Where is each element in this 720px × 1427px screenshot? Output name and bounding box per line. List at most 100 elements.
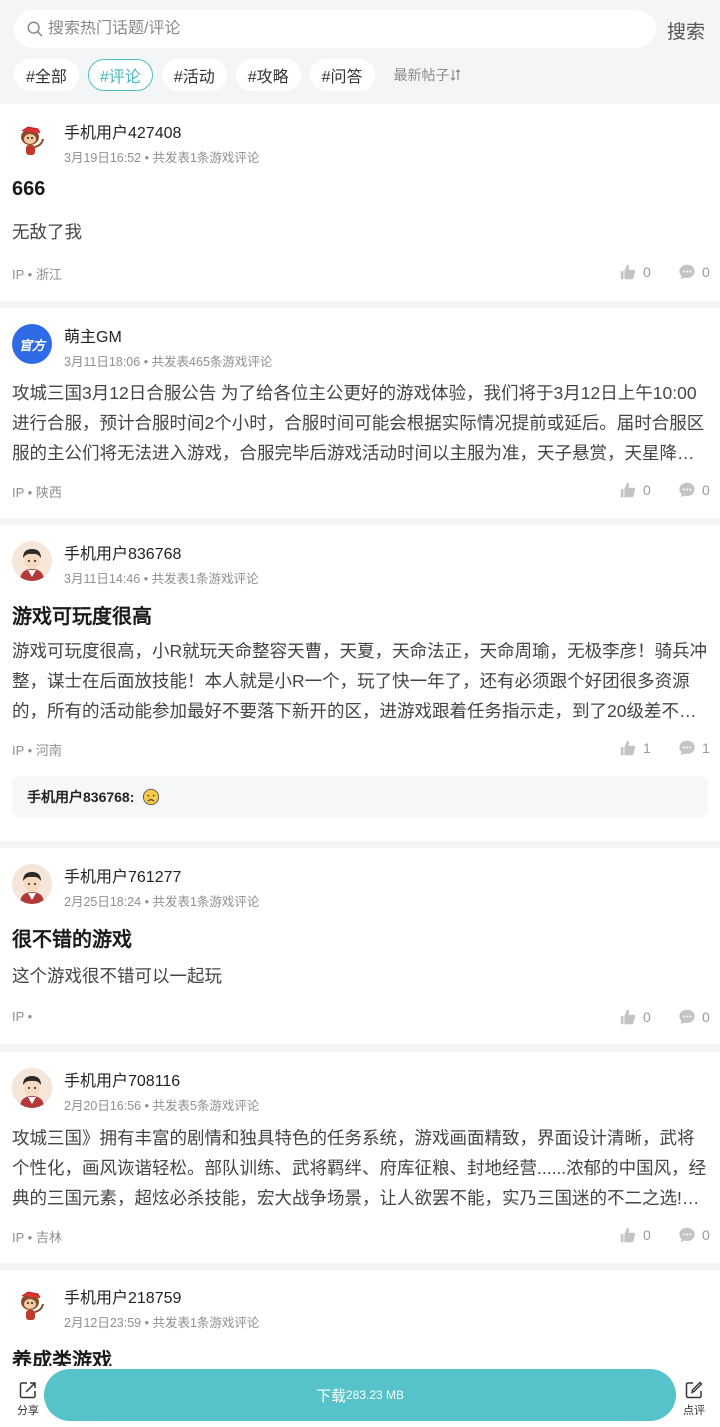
post-time: 3月11日14:46: [64, 572, 141, 586]
ip-location: IP • 陕西: [12, 485, 62, 500]
like-button[interactable]: 0: [619, 1226, 651, 1244]
thumbs-up-icon: [620, 1009, 636, 1025]
thumbs-up-icon: [620, 1227, 636, 1243]
avatar[interactable]: [12, 1286, 52, 1326]
download-size: 283.23 MB: [345, 1388, 405, 1402]
search-input[interactable]: [48, 20, 608, 38]
post-time: 2月25日18:24: [64, 895, 142, 909]
review-count: 共发表1条游戏评论: [151, 572, 259, 586]
comment-button[interactable]: 0: [678, 263, 710, 281]
post-title: 666: [12, 178, 46, 200]
avatar[interactable]: [12, 541, 52, 581]
username[interactable]: 手机用户708116: [64, 1067, 180, 1091]
post-card[interactable]: 手机用户836768 3月11日14:46 • 共发表1条游戏评论 游戏可玩度很…: [0, 525, 720, 841]
top-bar: 搜索 #全部 #评论 #活动 #攻略 #问答 最新帖子: [0, 0, 720, 104]
comment-icon: [679, 264, 695, 280]
search-box[interactable]: [14, 10, 656, 48]
post-title: 游戏可玩度很高: [12, 606, 152, 628]
like-button[interactable]: 0: [619, 481, 651, 499]
comment-icon: [679, 482, 695, 498]
post-card[interactable]: 官方 萌主GM 3月11日18:06 • 共发表465条游戏评论 攻城三国3月1…: [0, 308, 720, 518]
like-button[interactable]: 0: [619, 1008, 651, 1026]
username[interactable]: 手机用户218759: [64, 1284, 181, 1308]
review-button[interactable]: 点评: [680, 1380, 708, 1418]
comment-icon: [679, 1227, 695, 1243]
review-count: 共发表1条游戏评论: [152, 895, 260, 909]
share-label: 分享: [17, 1405, 39, 1417]
post-time: 2月12日23:59: [64, 1316, 142, 1330]
comment-icon: [679, 740, 695, 756]
avatar[interactable]: [12, 121, 52, 161]
post-meta: 3月19日16:52 • 共发表1条游戏评论: [64, 151, 260, 165]
ip-location: IP • 吉林: [12, 1230, 62, 1245]
avatar[interactable]: 官方: [12, 324, 52, 364]
comment-button[interactable]: 0: [678, 1008, 710, 1026]
download-label: 下载: [315, 1387, 346, 1405]
post-meta: 2月12日23:59 • 共发表1条游戏评论: [64, 1316, 260, 1330]
review-count: 共发表1条游戏评论: [152, 1316, 260, 1330]
tab-qa[interactable]: #问答: [309, 59, 375, 91]
thumbs-up-icon: [620, 264, 636, 280]
share-icon: [19, 1382, 36, 1399]
username[interactable]: 萌主GM: [64, 323, 122, 347]
post-title: 很不错的游戏: [12, 929, 132, 951]
download-button[interactable]: 下载 283.23 MB: [44, 1369, 676, 1421]
post-meta: 3月11日14:46 • 共发表1条游戏评论: [64, 572, 259, 586]
post-time: 3月19日16:52: [64, 151, 142, 165]
review-count: 共发表5条游戏评论: [152, 1099, 260, 1113]
boy-avatar-icon: [12, 541, 52, 581]
review-count: 共发表465条游戏评论: [151, 355, 273, 369]
like-button[interactable]: 0: [619, 263, 651, 281]
ip-location: IP •: [12, 1009, 33, 1024]
avatar[interactable]: [12, 1068, 52, 1108]
post-meta: 3月11日18:06 • 共发表465条游戏评论: [64, 355, 273, 369]
search-icon: [27, 21, 43, 37]
ip-location: IP • 浙江: [12, 267, 62, 282]
tab-reviews[interactable]: #评论: [87, 59, 153, 91]
post-card[interactable]: 手机用户427408 3月19日16:52 • 共发表1条游戏评论 666 无敌…: [0, 104, 720, 301]
filter-tabs: #全部 #评论 #活动 #攻略 #问答 最新帖子: [14, 59, 462, 91]
tab-events[interactable]: #活动: [161, 59, 227, 91]
sort-label: 最新帖子: [393, 67, 450, 83]
official-badge: 官方: [18, 337, 45, 353]
username[interactable]: 手机用户836768: [64, 540, 181, 564]
comment-button[interactable]: 1: [678, 739, 710, 757]
username[interactable]: 手机用户761277: [64, 863, 181, 887]
comment-icon: [679, 1009, 695, 1025]
review-label: 点评: [683, 1405, 705, 1417]
comment-button[interactable]: 0: [678, 1226, 710, 1244]
reply-user: 手机用户836768:: [27, 789, 135, 805]
post-card[interactable]: 手机用户761277 2月25日18:24 • 共发表1条游戏评论 很不错的游戏…: [0, 848, 720, 1044]
monkey-avatar-icon: [12, 1286, 52, 1326]
comment-button[interactable]: 0: [678, 481, 710, 499]
post-body: 游戏可玩度很高，小R就玩天命整容天曹，天夏，天命法正，天命周瑜，无极李彦！骑兵冲…: [12, 641, 708, 721]
monkey-avatar-icon: [12, 121, 52, 161]
ip-location: IP • 河南: [12, 743, 62, 758]
sort-icon: [450, 69, 460, 81]
boy-avatar-icon: [12, 864, 52, 904]
share-button[interactable]: 分享: [14, 1380, 42, 1418]
tab-all[interactable]: #全部: [14, 59, 79, 91]
search-button[interactable]: 搜索: [667, 17, 705, 44]
post-body: 攻城三国》拥有丰富的剧情和独具特色的任务系统，游戏画面精致，界面设计清晰，武将个…: [12, 1128, 707, 1208]
edit-icon: [685, 1381, 703, 1399]
avatar[interactable]: [12, 864, 52, 904]
tab-guides[interactable]: #攻略: [235, 59, 301, 91]
sad-face-emoji-icon: [143, 788, 160, 806]
post-body: 这个游戏很不错可以一起玩: [12, 966, 222, 986]
post-time: 3月11日18:06: [64, 355, 141, 369]
username[interactable]: 手机用户427408: [64, 119, 181, 143]
bottom-action-bar: 分享 下载 283.23 MB 点评: [0, 1366, 720, 1427]
post-body: 攻城三国3月12日合服公告 为了给各位主公更好的游戏体验，我们将于3月12日上午…: [12, 383, 705, 463]
post-time: 2月20日16:56: [64, 1099, 142, 1113]
like-button[interactable]: 1: [619, 739, 651, 757]
thumbs-up-icon: [620, 740, 636, 756]
review-count: 共发表1条游戏评论: [152, 151, 260, 165]
thumbs-up-icon: [620, 482, 636, 498]
sort-dropdown[interactable]: 最新帖子: [394, 65, 462, 85]
reply-preview[interactable]: 手机用户836768:: [12, 776, 708, 818]
post-body: 无敌了我: [12, 222, 82, 242]
post-card[interactable]: 手机用户708116 2月20日16:56 • 共发表5条游戏评论 攻城三国》拥…: [0, 1052, 720, 1263]
post-meta: 2月20日16:56 • 共发表5条游戏评论: [64, 1099, 260, 1113]
post-meta: 2月25日18:24 • 共发表1条游戏评论: [64, 895, 260, 909]
